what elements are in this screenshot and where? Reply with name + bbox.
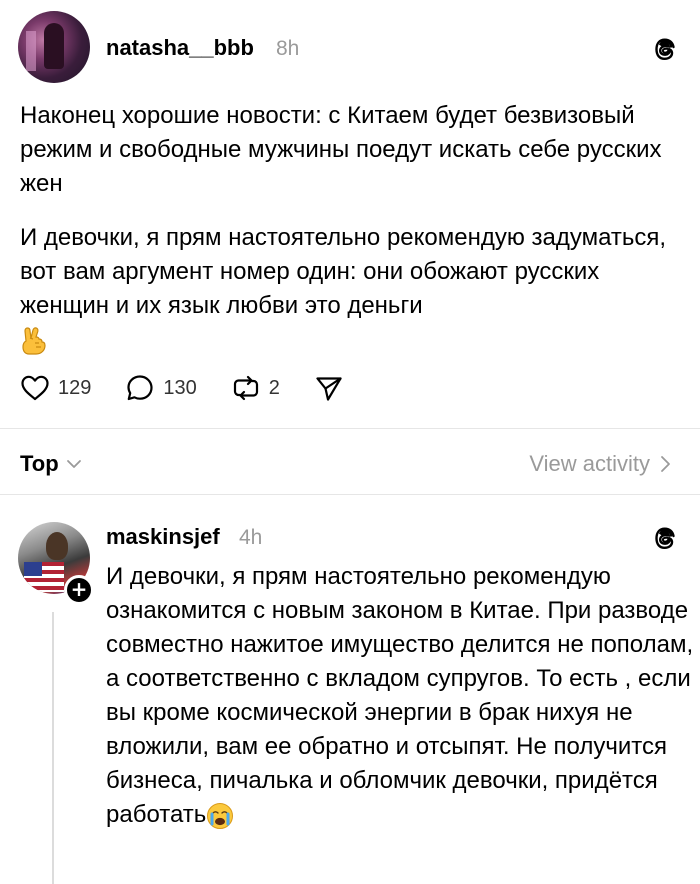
avatar-flag-canton (24, 562, 42, 576)
comment-button[interactable]: 130 (125, 373, 197, 403)
reply-username[interactable]: maskinsjef (106, 524, 220, 550)
reply-time: 4h (239, 526, 263, 549)
crying-face-emoji (207, 802, 234, 829)
heart-icon (21, 375, 49, 401)
sort-label: Top (20, 451, 59, 476)
threads-logo-icon[interactable] (650, 33, 680, 63)
thread-line (52, 612, 54, 884)
post-paragraph-2-text: И девочки, я прям настоятельно рекоменду… (20, 224, 667, 319)
post-time: 8h (276, 37, 300, 60)
chevron-right-icon (661, 456, 670, 472)
original-post: natasha__bbb 8h Наконец хорошие новости:… (0, 0, 700, 430)
reply-text-content: И девочки, я прям настоятельно рекоменду… (106, 563, 694, 828)
sort-dropdown[interactable]: Top (20, 451, 83, 477)
threads-logo-icon[interactable] (650, 522, 680, 552)
avatar[interactable] (18, 11, 90, 83)
repost-count: 2 (268, 376, 280, 399)
repost-icon (233, 375, 258, 401)
like-count: 129 (58, 376, 92, 399)
share-button[interactable] (314, 373, 344, 403)
comment-bubble-icon (127, 375, 153, 401)
comment-count: 130 (163, 376, 197, 399)
repost-button[interactable]: 2 (231, 373, 280, 403)
post-username[interactable]: natasha__bbb (106, 35, 254, 61)
avatar-figure (44, 23, 64, 69)
view-activity-label: View activity (529, 451, 650, 476)
post-paragraph-2: И девочки, я прям настоятельно рекоменду… (20, 221, 685, 357)
reply-text: И девочки, я прям настоятельно рекоменду… (106, 560, 696, 832)
avatar-light (26, 31, 36, 71)
divider (0, 428, 700, 429)
chevron-down-icon (66, 460, 81, 468)
avatar-eagle (46, 532, 68, 560)
fingers-crossed-emoji (22, 326, 46, 355)
like-button[interactable]: 129 (20, 374, 91, 402)
sort-bar: Top View activity (0, 434, 700, 494)
post-paragraph-1: Наконец хорошие новости: с Китаем будет … (20, 102, 662, 197)
view-activity-link[interactable]: View activity (529, 451, 672, 477)
follow-add-button[interactable]: + (64, 575, 94, 605)
divider (0, 494, 700, 495)
send-icon (316, 377, 342, 401)
post-actions: 129 130 2 (20, 370, 378, 406)
